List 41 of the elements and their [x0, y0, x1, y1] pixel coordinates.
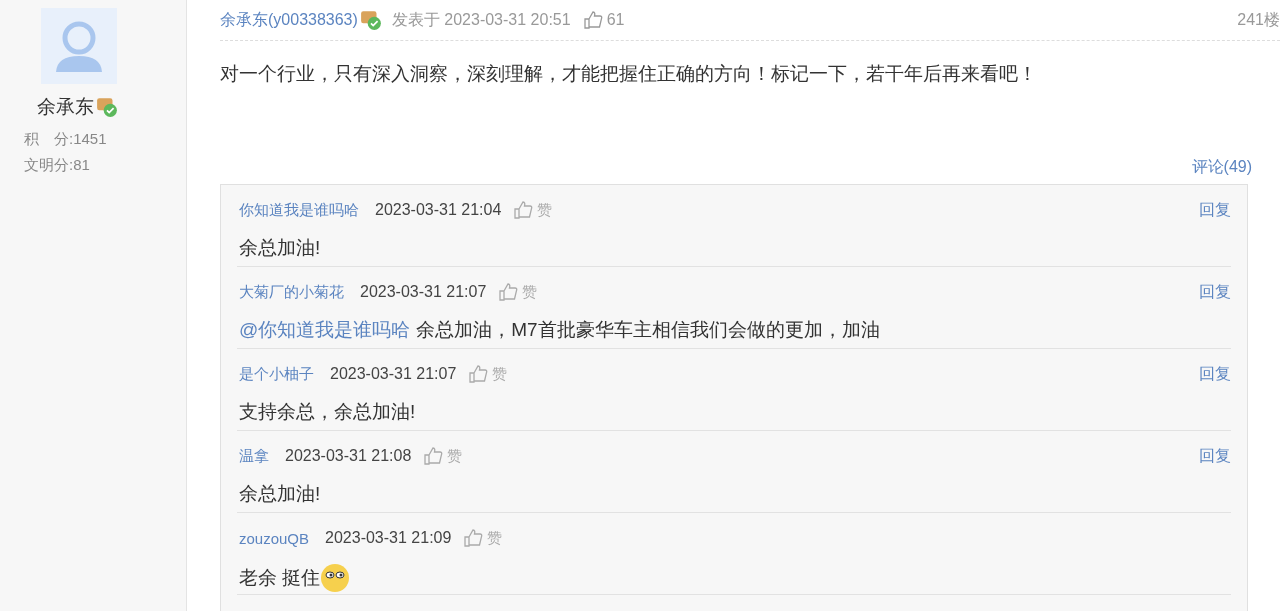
thumbs-up-icon[interactable]: [498, 282, 519, 302]
reply-link[interactable]: 回复: [1199, 363, 1231, 385]
like-link[interactable]: 赞: [537, 200, 553, 220]
comment-text: 余总加油!: [239, 482, 321, 506]
comment-text: 余总加油!: [239, 236, 321, 260]
mention-link[interactable]: @你知道我是谁吗哈: [239, 317, 411, 343]
comment-text: 老余 挺住: [239, 566, 321, 590]
comment-text: 支持余总，余总加油!: [239, 400, 416, 424]
like-link[interactable]: 赞: [492, 364, 508, 384]
post-author[interactable]: 余承东(y00338363): [220, 9, 358, 31]
comment-time: 2023-03-31 21:08: [285, 447, 412, 465]
reply-link[interactable]: 回复: [1199, 199, 1231, 221]
comment-user[interactable]: 大菊厂的小菊花: [239, 282, 344, 302]
stat-text: 文明分:81: [24, 155, 91, 175]
like-link[interactable]: 赞: [487, 528, 503, 548]
floor-number: 241楼: [1237, 9, 1280, 30]
comment-time: 2023-03-31 21:09: [325, 529, 452, 547]
author-name[interactable]: 余承东: [37, 94, 94, 120]
comment-time: 2023-03-31 21:07: [330, 365, 457, 383]
like-link[interactable]: 赞: [522, 282, 538, 302]
thumbs-up-icon[interactable]: [423, 446, 444, 466]
thumbs-up-icon[interactable]: [513, 200, 534, 220]
like-link[interactable]: 赞: [447, 446, 463, 466]
avatar-icon: [41, 8, 117, 84]
thumbs-up-icon[interactable]: [468, 364, 489, 384]
reply-link[interactable]: 回复: [1199, 281, 1231, 303]
comments-link[interactable]: 评论(49): [1191, 157, 1252, 178]
thumbs-up-icon[interactable]: [582, 10, 603, 30]
comment-text: 余总加油，M7首批豪华车主相信我们会做的更加，加油: [416, 318, 880, 342]
post-time: 发表于 2023-03-31 20:51: [391, 9, 571, 30]
comment-user[interactable]: 是个小柚子: [239, 364, 314, 384]
post-body: 对一个行业，只有深入洞察，深刻理解，才能把握住正确的方向！标记一下，若干年后再来看吧！: [220, 62, 1038, 86]
comment-time: 2023-03-31 21:07: [360, 283, 487, 301]
comment-user[interactable]: 你知道我是谁吗哈: [239, 200, 359, 220]
thumbs-up-icon[interactable]: [463, 528, 484, 548]
comment-time: 2023-03-31 21:04: [375, 201, 502, 219]
like-count: 61: [606, 11, 625, 29]
stat-text: 积 分:1451: [24, 129, 108, 149]
reply-link[interactable]: 回复: [1199, 445, 1231, 467]
comment-user[interactable]: zouzouQB: [239, 529, 310, 547]
comment-user[interactable]: 温拿: [239, 446, 269, 466]
